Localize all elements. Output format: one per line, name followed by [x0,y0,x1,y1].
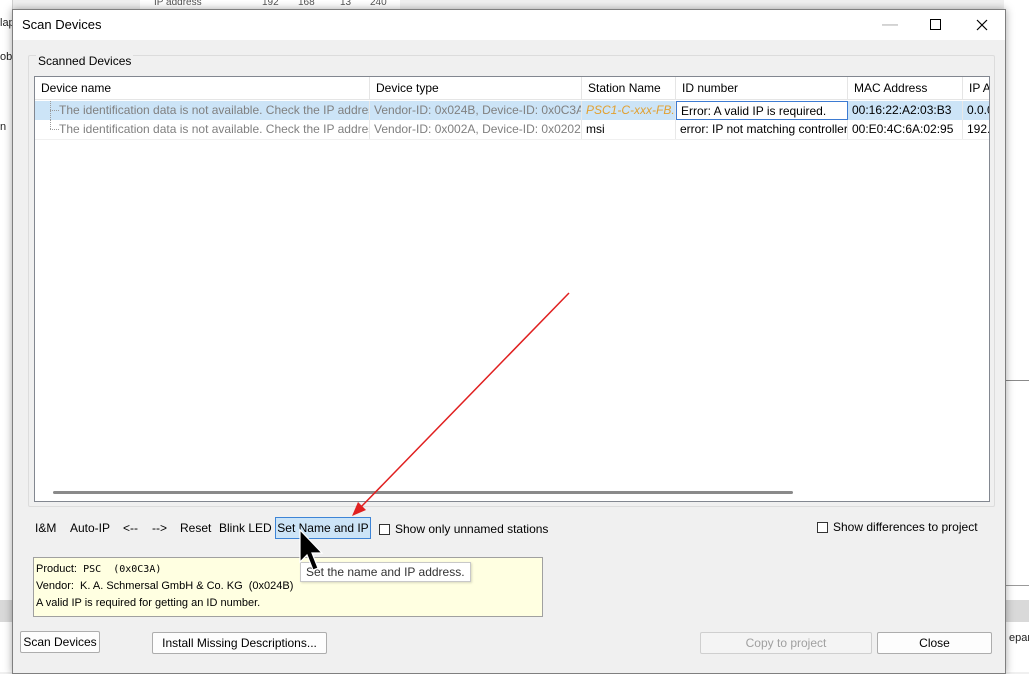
background-block [0,600,12,622]
info-message: A valid IP is required for getting an ID… [36,597,261,609]
table-row[interactable]: The identification data is not available… [35,120,989,140]
im-button[interactable]: I&M [35,521,56,535]
column-header-mac-address[interactable]: MAC Address [848,77,963,100]
background-ip-label: IP address [154,0,202,8]
maximize-button[interactable] [913,10,959,40]
close-window-button[interactable] [959,10,1005,40]
set-name-and-ip-button[interactable]: Set Name and IP [275,517,371,539]
previous-button[interactable]: <-- [123,521,138,535]
cell-ip-address: 192. [963,120,989,139]
table-row[interactable]: The identification data is not available… [35,101,989,120]
background-ip-octet: 192 [262,0,279,8]
install-missing-descriptions-button[interactable]: Install Missing Descriptions... [152,632,327,654]
background-app-right-panel [1004,0,1029,672]
cell-device-name: The identification data is not available… [55,120,370,139]
column-header-ip-address[interactable]: IP A [963,77,989,100]
cell-ip-address: 0.0.0 [963,101,989,120]
cell-device-name: The identification data is not available… [55,101,370,120]
background-fragment-3: n [0,121,7,133]
background-fragment-4: epar [1009,632,1029,644]
title-bar[interactable]: Scan Devices — [13,10,1005,40]
column-header-device-name[interactable]: Device name [35,77,370,100]
auto-ip-button[interactable]: Auto-IP [70,521,110,535]
background-ip-octet: 240 [370,0,387,8]
cell-device-type: Vendor-ID: 0x024B, Device-ID: 0x0C3A [370,101,582,120]
window-title: Scan Devices [22,17,102,32]
column-header-station-name[interactable]: Station Name [582,77,676,100]
blink-led-button[interactable]: Blink LED [219,521,272,535]
show-unnamed-label: Show only unnamed stations [395,522,549,536]
product-value: PSC (0x0C3A) [83,564,162,575]
minimize-button[interactable]: — [867,10,913,40]
vendor-value: K. A. Schmersal GmbH & Co. KG (0x024B) [80,580,294,592]
column-header-device-type[interactable]: Device type [370,77,582,100]
cell-mac-address: 00:E0:4C:6A:02:95 [848,120,963,139]
devices-table[interactable]: Device name Device type Station Name ID … [34,76,990,502]
cell-station-name: msi [582,120,676,139]
scan-devices-dialog: Scan Devices — Scanned Devices Device na… [12,9,1006,674]
background-ip-octet: 168 [298,0,315,8]
close-icon [976,19,988,31]
cell-id-number: error: IP not matching controller [676,120,848,139]
maximize-icon [930,19,941,30]
tooltip: Set the name and IP address. [300,562,471,582]
reset-button[interactable]: Reset [180,521,211,535]
background-block [1004,600,1029,622]
cell-station-name: PSC1-C-xxx-FB... [582,101,676,120]
close-button[interactable]: Close [877,632,992,654]
cell-device-type: Vendor-ID: 0x002A, Device-ID: 0x0202 [370,120,582,139]
background-divider [1004,585,1029,586]
copy-to-project-button[interactable]: Copy to project [700,632,872,654]
column-header-id-number[interactable]: ID number [676,77,848,100]
cell-id-number[interactable]: Error: A valid IP is required. [676,101,848,120]
show-differences-label: Show differences to project [833,520,978,534]
header-divider [35,99,989,100]
vendor-label: Vendor: [36,580,74,592]
show-differences-checkbox[interactable] [817,522,828,533]
horizontal-scrollbar[interactable] [53,491,793,494]
show-unnamed-checkbox[interactable] [379,524,390,535]
cell-mac-address: 00:16:22:A2:03:B3 [848,101,963,120]
background-ip-octet: 13 [340,0,352,8]
next-button[interactable]: --> [152,521,167,535]
product-label: Product: [36,563,77,575]
background-divider [1004,380,1029,381]
scanned-devices-label: Scanned Devices [36,54,134,68]
scan-devices-button[interactable]: Scan Devices [20,631,100,653]
